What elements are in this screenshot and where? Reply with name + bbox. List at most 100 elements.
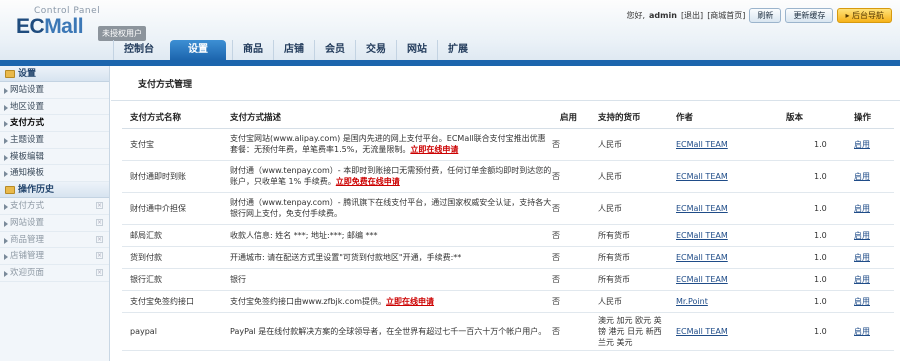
close-icon[interactable]: × xyxy=(96,235,103,243)
sidebar-item-notice-template[interactable]: 通知模板 xyxy=(0,165,109,183)
sidebar-header-label: 操作历史 xyxy=(18,185,55,196)
top-toolbar: 您好, admin [退出] [商城首页] 刷新 更新缓存 ▸ 后台导航 xyxy=(626,8,892,23)
cell-author-text[interactable]: Mr.Point xyxy=(676,297,708,306)
logout-link[interactable]: [退出] xyxy=(681,10,703,21)
cell-currency-text: 人民币 xyxy=(598,139,622,149)
table-row: 货到付款 开通城市: 请在配送方式里设置"可货到付款地区"开通，手续费:** 否 所有… xyxy=(122,246,894,269)
history-item-label: 支付方式 xyxy=(10,201,45,212)
close-icon[interactable]: × xyxy=(96,218,103,226)
tab-extend[interactable]: 扩展 xyxy=(437,40,478,60)
cell-currency-text: 所有货币 xyxy=(598,230,630,240)
sidebar-item-theme-settings[interactable]: 主题设置 xyxy=(0,132,109,149)
cell-desc: PayPal 是在线付款解决方案的全球领导者，在全世界有超过七千一百六十万个帐户… xyxy=(222,312,552,351)
cell-desc-text: 开通城市: 请在配送方式里设置"可货到付款地区"开通，手续费:** xyxy=(230,252,462,262)
history-item-goods[interactable]: 商品管理 × xyxy=(0,232,109,249)
cell-enabled: 否 xyxy=(552,192,590,225)
cell-version-text: 1.0 xyxy=(814,326,827,336)
cell-action-text[interactable]: 启用 xyxy=(854,275,870,284)
tab-members[interactable]: 会员 xyxy=(314,40,355,60)
tab-console[interactable]: 控制台 xyxy=(113,40,164,60)
logo-mall: Mall xyxy=(44,15,84,38)
cell-action-text[interactable]: 启用 xyxy=(854,231,870,240)
mall-home-link[interactable]: [商城首页] xyxy=(707,10,745,21)
arrow-icon xyxy=(4,254,8,261)
cell-author-text[interactable]: ECMall TEAM xyxy=(676,172,728,181)
close-icon[interactable]: × xyxy=(96,252,103,260)
update-cache-button[interactable]: 更新缓存 xyxy=(785,8,834,23)
cell-author-text[interactable]: ECMall TEAM xyxy=(676,275,728,284)
history-item-site-settings[interactable]: 网站设置 × xyxy=(0,215,109,232)
table-row: 银行汇款 银行 否 所有货币 ECMall TEAM 1.0 启用 xyxy=(122,268,894,291)
payment-table: 支付方式名称 支付方式描述 启用 支持的货币 作者 版本 操作 支付宝 支付宝网站… xyxy=(122,106,894,351)
tab-settings[interactable]: 设置 xyxy=(170,40,226,60)
history-item-payment[interactable]: 支付方式 × xyxy=(0,198,109,215)
close-icon[interactable]: × xyxy=(96,268,103,276)
history-item-welcome[interactable]: 欢迎页面 × xyxy=(0,265,109,282)
cell-action-text[interactable]: 启用 xyxy=(854,253,870,262)
main-content: 支付方式管理 支付方式名称 支付方式描述 启用 支持的货币 作者 版本 操作 支… xyxy=(111,66,900,361)
apply-link[interactable]: 立即在线申请 xyxy=(410,145,458,154)
cell-currency-text: 所有货币 xyxy=(598,252,630,262)
cell-enabled-text: 否 xyxy=(552,139,560,149)
cell-desc-text: 财付通（www.tenpay.com）- 腾讯旗下在线支付平台，通过国家权威安全… xyxy=(230,198,552,218)
folder-icon xyxy=(5,70,15,78)
cell-currency-text: 人民币 xyxy=(598,171,622,181)
cell-action-text[interactable]: 启用 xyxy=(854,140,870,149)
cell-name: paypal xyxy=(122,312,222,351)
apply-link[interactable]: 立即免费在线申请 xyxy=(336,177,400,186)
tab-website[interactable]: 网站 xyxy=(396,40,437,60)
history-item-label: 商品管理 xyxy=(10,234,45,245)
cell-name-text: 财付通中介担保 xyxy=(130,203,186,213)
cell-version: 1.0 xyxy=(778,224,846,247)
col-action: 操作 xyxy=(846,106,894,129)
cell-action-text[interactable]: 启用 xyxy=(854,172,870,181)
cell-desc: 支付宝网站(www.alipay.com) 是国内先进的网上支付平台。ECMal… xyxy=(222,128,552,161)
cell-currency-text: 人民币 xyxy=(598,203,622,213)
cell-enabled-text: 否 xyxy=(552,230,560,240)
tab-trade[interactable]: 交易 xyxy=(355,40,396,60)
table-row: 支付宝 支付宝网站(www.alipay.com) 是国内先进的网上支付平台。EC… xyxy=(122,128,894,161)
col-author: 作者 xyxy=(668,106,778,129)
cell-action-text[interactable]: 启用 xyxy=(854,297,870,306)
sidebar-header-settings[interactable]: 设置 xyxy=(0,66,109,82)
history-item-stores[interactable]: 店铺管理 × xyxy=(0,248,109,265)
col-enabled: 启用 xyxy=(552,106,590,129)
cell-action: 启用 xyxy=(846,128,894,161)
apply-link[interactable]: 立即在线申请 xyxy=(386,297,434,306)
cell-name-text: 支付宝免签约接口 xyxy=(130,296,194,306)
cell-action-text[interactable]: 启用 xyxy=(854,204,870,213)
refresh-button[interactable]: 刷新 xyxy=(749,8,782,23)
cell-author-text[interactable]: ECMall TEAM xyxy=(676,327,728,336)
cell-name-text: 支付宝 xyxy=(130,139,154,149)
tab-stores[interactable]: 店铺 xyxy=(273,40,314,60)
table-row: 财付通中介担保 财付通（www.tenpay.com）- 腾讯旗下在线支付平台，通… xyxy=(122,192,894,225)
arrow-icon xyxy=(4,154,8,161)
cell-enabled: 否 xyxy=(552,268,590,291)
folder-icon xyxy=(5,186,15,195)
close-icon[interactable]: × xyxy=(96,202,103,210)
sidebar-item-site-settings[interactable]: 网站设置 xyxy=(0,82,109,99)
arrow-icon xyxy=(4,121,8,128)
cell-name: 货到付款 xyxy=(122,246,222,269)
sidebar-item-region-settings[interactable]: 地区设置 xyxy=(0,99,109,116)
cell-version: 1.0 xyxy=(778,268,846,291)
cell-desc-text: 支付宝免签约接口由www.zfbjk.com提供。 xyxy=(230,296,387,306)
cell-author-text[interactable]: ECMall TEAM xyxy=(676,140,728,149)
cell-author-text[interactable]: ECMall TEAM xyxy=(676,231,728,240)
cell-author-text[interactable]: ECMall TEAM xyxy=(676,253,728,262)
tab-goods[interactable]: 商品 xyxy=(232,40,273,60)
sidebar-item-payment[interactable]: 支付方式 xyxy=(0,115,109,133)
cell-desc: 财付通（www.tenpay.com）- 腾讯旗下在线支付平台，通过国家权威安全… xyxy=(222,192,552,225)
cell-name-text: 财付通即时到账 xyxy=(130,171,186,181)
logo[interactable]: ECMall xyxy=(16,15,84,39)
cell-enabled-text: 否 xyxy=(552,171,560,181)
cell-desc-text: 银行 xyxy=(230,274,246,284)
cell-enabled: 否 xyxy=(552,160,590,193)
sidebar-item-template-edit[interactable]: 模板编辑 xyxy=(0,149,109,166)
sidebar-header-history[interactable]: 操作历史 xyxy=(0,182,109,199)
history-item-label: 店铺管理 xyxy=(10,251,45,262)
sidebar-header-label: 设置 xyxy=(18,69,37,79)
cell-action-text[interactable]: 启用 xyxy=(854,327,870,336)
cell-author-text[interactable]: ECMall TEAM xyxy=(676,204,728,213)
back-nav-button[interactable]: ▸ 后台导航 xyxy=(837,8,892,23)
